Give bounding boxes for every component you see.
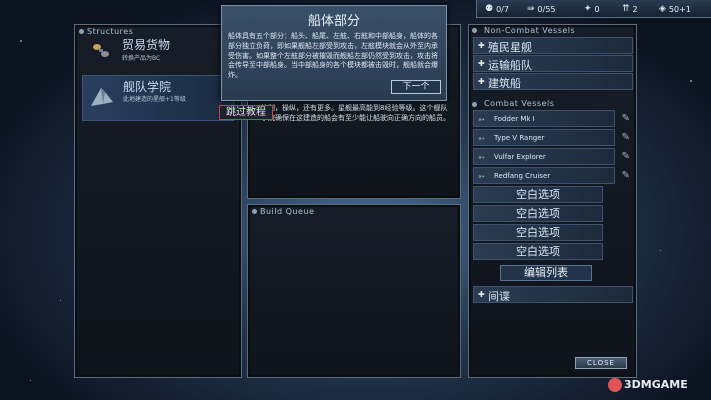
vessel-resource: ⇛ 0/55: [527, 4, 556, 14]
popup-title: 船体部分: [307, 14, 360, 29]
build-queue-panel: Build Queue: [247, 204, 461, 378]
missile-icon: ⇈: [622, 4, 630, 14]
trade-goods-icon: [88, 38, 114, 64]
vessel-row[interactable]: ➳ Type V Ranger ✎: [473, 129, 630, 146]
credits-icon: ◈: [659, 4, 666, 14]
crew-resource: ⚉ 0/7: [485, 4, 509, 14]
empty-slot[interactable]: 空白选项: [473, 243, 603, 260]
empty-slot[interactable]: 空白选项: [473, 224, 603, 241]
fleet-academy-icon: [89, 84, 115, 110]
vessel-row[interactable]: ➳ Fodder Mk I ✎: [473, 110, 630, 127]
watermark: 3DMGAME: [608, 378, 688, 392]
vessel-icon: ⇛: [527, 4, 535, 14]
research-icon: ✦: [584, 4, 592, 14]
structure-trade-goods[interactable]: 贸易货物 转换产品为BC: [82, 32, 234, 72]
bullet-icon: ✚: [478, 77, 485, 86]
spy-row[interactable]: ✚ 间谍: [473, 286, 633, 303]
resource-bar: ⚉ 0/7 ⇛ 0/55 ✦ 0 ⇈ 2 ◈ 50+1: [476, 0, 711, 18]
edit-pencil-icon[interactable]: ✎: [622, 113, 630, 124]
edit-pencil-icon[interactable]: ✎: [622, 170, 630, 181]
credits-resource: ◈ 50+1: [659, 4, 691, 14]
build-queue-title: Build Queue: [260, 207, 315, 216]
vessel-row[interactable]: ➳ Redfang Cruiser ✎: [473, 167, 630, 184]
structure-label: 贸易货物: [122, 38, 171, 52]
structure-fleet-academy[interactable]: 舰队学院 此地建造的星舰+1等级: [82, 75, 234, 121]
ship-icon: ➳: [478, 153, 485, 162]
structure-label: 舰队学院: [123, 80, 172, 94]
info-description: 控制，操纵，还有更多。星舰最高能到8经验等级。这个舰队学院确保在这建造的船会有至…: [261, 104, 450, 123]
bullet-icon: ✚: [478, 59, 485, 68]
empty-slot[interactable]: 空白选项: [473, 205, 603, 222]
watermark-logo-icon: [608, 378, 622, 392]
popup-body: 船体具有五个部分：船头、船尾、左舷、右舷和中部船身，船体的各部分独立负荷，即如果…: [228, 32, 438, 80]
bullet-icon: ✚: [478, 290, 485, 299]
vessel-row[interactable]: ✚ 殖民星舰: [473, 37, 633, 54]
structure-desc: 转换产品为BC: [122, 55, 161, 62]
structure-desc: 此地建造的星舰+1等级: [123, 96, 186, 103]
vessel-row[interactable]: ➳ Vulfar Explorer ✎: [473, 148, 630, 165]
research-resource: ✦ 0: [584, 4, 600, 14]
tutorial-popup: 船体部分 船体具有五个部分：船头、船尾、左舷、右舷和中部船身，船体的各部分独立负…: [221, 5, 447, 101]
edit-pencil-icon[interactable]: ✎: [622, 151, 630, 162]
skip-tutorial-button[interactable]: 跳过教程: [219, 105, 273, 120]
combat-title: Combat Vessels: [484, 99, 555, 108]
bullet-icon: ✚: [478, 41, 485, 50]
ship-icon: ➳: [478, 134, 485, 143]
crew-icon: ⚉: [485, 4, 494, 14]
next-button[interactable]: 下一个: [391, 80, 441, 94]
edit-pencil-icon[interactable]: ✎: [622, 132, 630, 143]
ship-icon: ➳: [478, 115, 485, 124]
non-combat-title: Non-Combat Vessels: [484, 26, 576, 35]
missile-resource: ⇈ 2: [622, 4, 638, 14]
close-button[interactable]: CLOSE: [575, 357, 627, 369]
ship-icon: ➳: [478, 172, 485, 181]
edit-list-button[interactable]: 编辑列表: [500, 265, 592, 281]
vessel-row[interactable]: ✚ 运输船队: [473, 55, 633, 72]
vessel-row[interactable]: ✚ 建筑船: [473, 73, 633, 90]
empty-slot[interactable]: 空白选项: [473, 186, 603, 203]
